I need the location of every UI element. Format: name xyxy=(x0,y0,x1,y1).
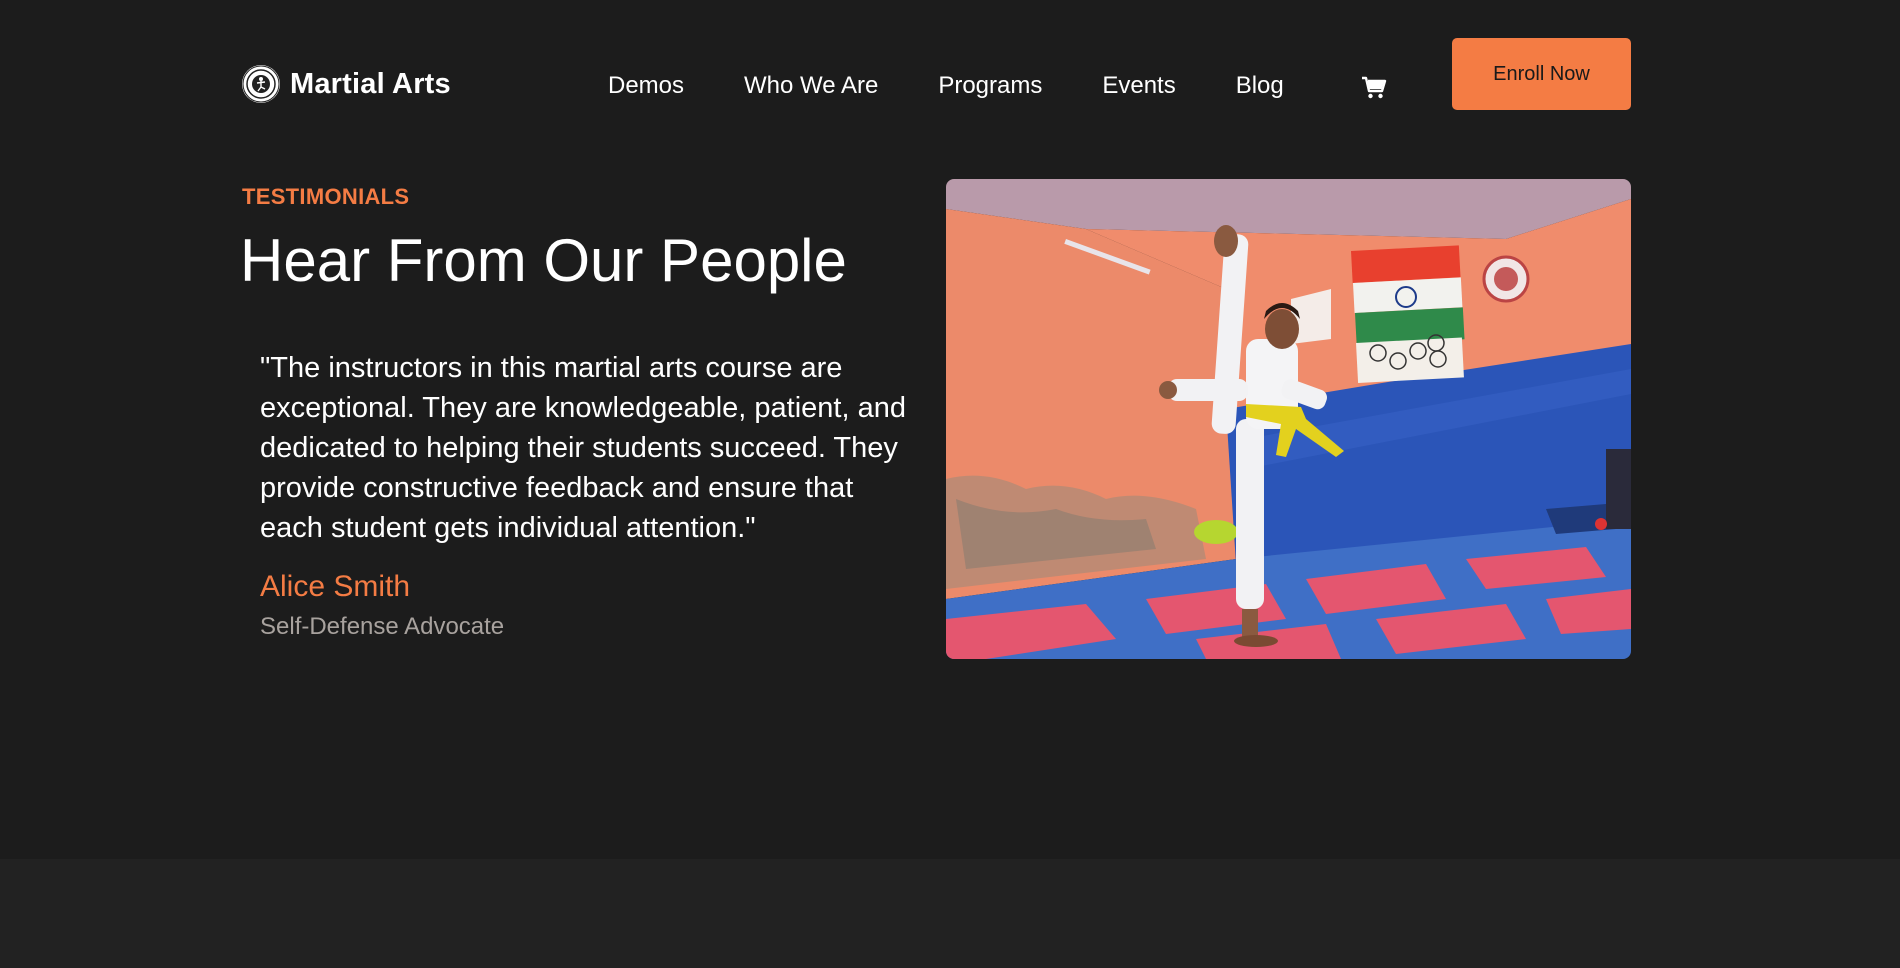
main-nav: Demos Who We Are Programs Events Blog xyxy=(608,66,1344,106)
nav-item-demos[interactable]: Demos xyxy=(608,72,684,100)
testimonial-author: Alice Smith xyxy=(260,570,411,603)
testimonial-quote: "The instructors in this martial arts co… xyxy=(260,352,906,544)
nav-item-events[interactable]: Events xyxy=(1102,72,1175,100)
page: Martial Arts Demos Who We Are Programs E… xyxy=(0,0,1900,968)
testimonial-role: Self-Defense Advocate xyxy=(260,613,505,640)
nav-item-programs[interactable]: Programs xyxy=(938,72,1042,100)
testimonial-photo xyxy=(946,179,1631,659)
nav-item-who-we-are[interactable]: Who We Are xyxy=(744,72,878,100)
section-eyebrow: TESTIMONIALS xyxy=(242,184,410,209)
site-header: Martial Arts Demos Who We Are Programs E… xyxy=(242,38,1632,110)
martial-arts-logo-icon xyxy=(242,65,280,103)
nav-item-blog[interactable]: Blog xyxy=(1236,72,1284,100)
enroll-now-button[interactable]: Enroll Now xyxy=(1452,38,1631,110)
brand-name: Martial Arts xyxy=(290,67,451,100)
footer-band xyxy=(0,859,1900,968)
shopping-cart-icon[interactable] xyxy=(1359,72,1389,102)
section-title: Hear From Our People xyxy=(240,227,847,294)
brand-link[interactable]: Martial Arts xyxy=(242,64,451,104)
